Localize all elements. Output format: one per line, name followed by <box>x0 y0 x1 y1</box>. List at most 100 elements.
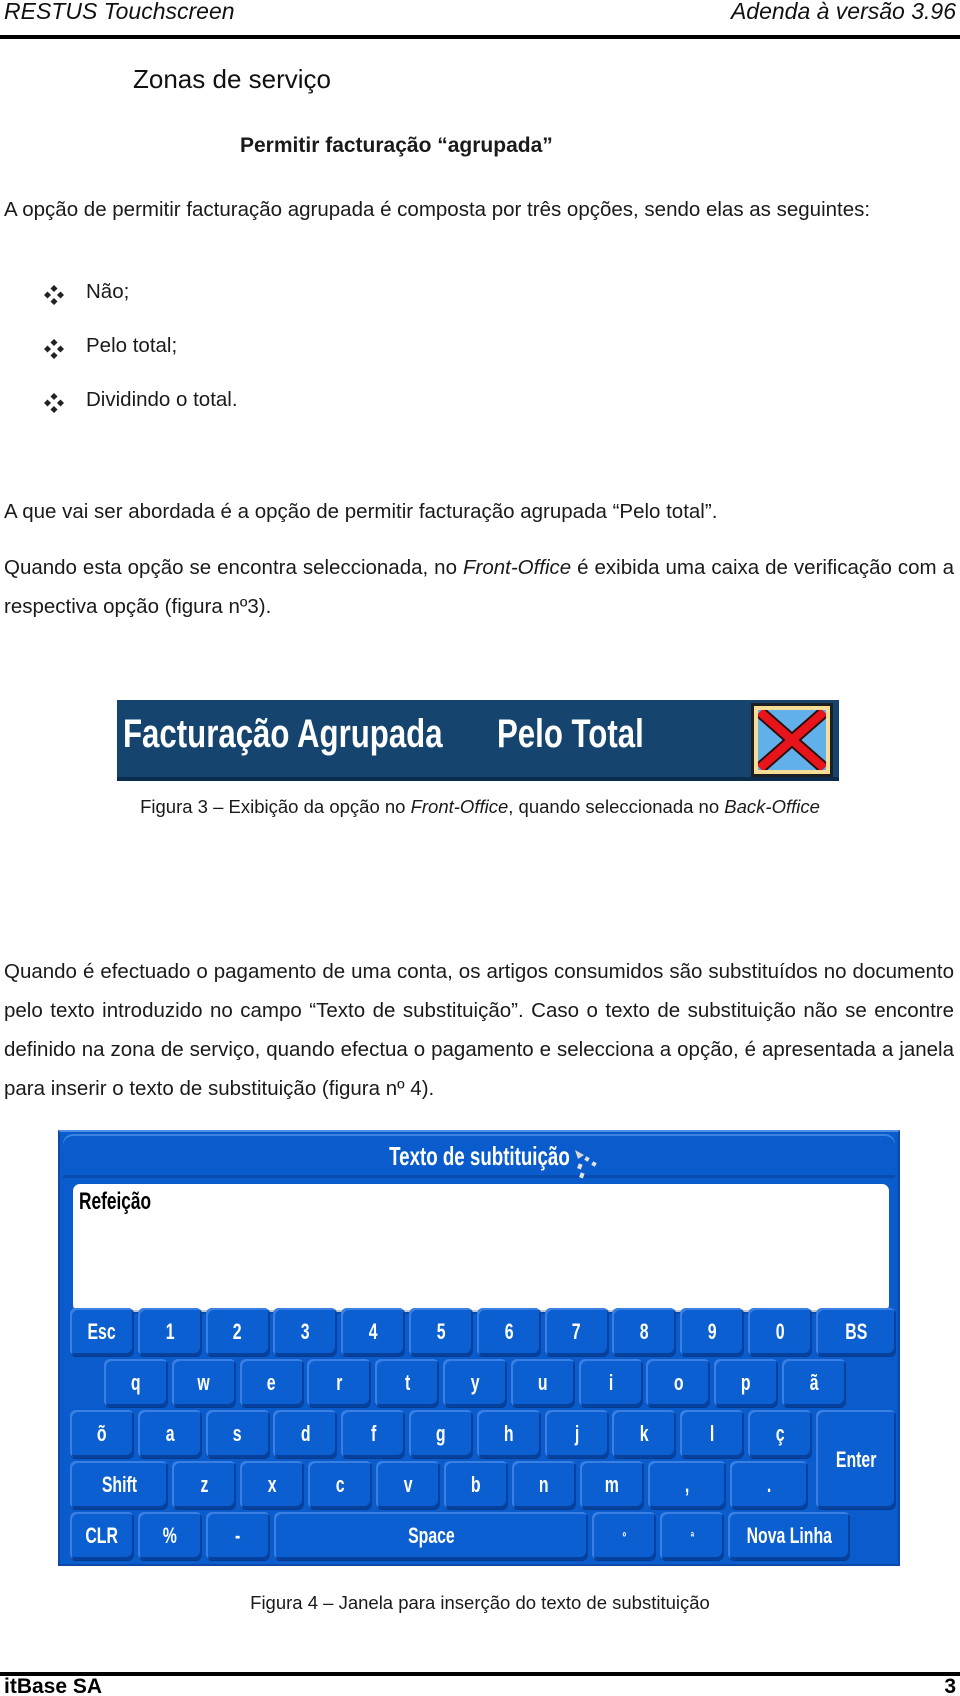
grouped-billing-value: Pelo Total <box>497 712 644 756</box>
key-k[interactable]: k <box>612 1410 677 1458</box>
key-q[interactable]: q <box>104 1359 168 1407</box>
key-9[interactable]: 9 <box>680 1308 745 1356</box>
key-label: ã <box>809 1370 819 1395</box>
key-label: i <box>608 1370 613 1395</box>
key-p[interactable]: p <box>714 1359 779 1407</box>
key-nova-linha[interactable]: Nova Linha <box>728 1512 850 1560</box>
key-1[interactable]: 1 <box>137 1308 202 1356</box>
key-ordinal-masculine[interactable]: º <box>592 1512 656 1560</box>
key-n[interactable]: n <box>512 1461 576 1509</box>
key-l[interactable]: l <box>680 1410 745 1458</box>
diamond-bullet-icon <box>43 338 65 360</box>
key-õ[interactable]: õ <box>70 1410 134 1458</box>
key-c[interactable]: c <box>308 1461 372 1509</box>
key-t[interactable]: t <box>375 1359 440 1407</box>
key-label: q <box>131 1370 141 1395</box>
key-label: ç <box>775 1421 785 1446</box>
paragraph-when-selected: Quando esta opção se encontra selecciona… <box>4 548 954 626</box>
section-title: Zonas de serviço <box>133 64 331 94</box>
key-label: e <box>267 1370 277 1395</box>
key-8[interactable]: 8 <box>612 1308 677 1356</box>
key-f[interactable]: f <box>341 1410 406 1458</box>
key-space[interactable]: Space <box>274 1512 588 1560</box>
key-5[interactable]: 5 <box>409 1308 473 1356</box>
header-rule <box>0 35 960 39</box>
list-item: Dividindo o total. <box>43 388 238 416</box>
key-label: z <box>200 1472 208 1497</box>
key-7[interactable]: 7 <box>544 1308 609 1356</box>
key-label: f <box>370 1421 376 1446</box>
key-m[interactable]: m <box>580 1461 644 1509</box>
option-label: Não; <box>86 280 130 303</box>
key-shift[interactable]: Shift <box>70 1461 168 1509</box>
key-4[interactable]: 4 <box>341 1308 406 1356</box>
substitution-text-input[interactable]: Refeição <box>73 1184 889 1312</box>
grouped-billing-checkbox[interactable] <box>751 703 833 777</box>
key-bs[interactable]: BS <box>815 1308 896 1356</box>
key-e[interactable]: e <box>239 1359 304 1407</box>
key-comma[interactable]: , <box>648 1461 726 1509</box>
key-label: 3 <box>300 1319 310 1344</box>
key-label: 0 <box>775 1319 785 1344</box>
key-x[interactable]: x <box>240 1461 304 1509</box>
key-label: . <box>766 1472 772 1497</box>
key-ordinal-feminine[interactable]: ª <box>660 1512 724 1560</box>
key-i[interactable]: i <box>578 1359 643 1407</box>
key-label: l <box>709 1421 715 1446</box>
caption-front-office: Front-Office <box>410 796 509 817</box>
key-label: Shift <box>101 1472 137 1497</box>
key-label: k <box>639 1421 649 1446</box>
key-label: p <box>741 1370 752 1395</box>
key-6[interactable]: 6 <box>476 1308 541 1356</box>
key-label: 8 <box>639 1319 649 1344</box>
key-b[interactable]: b <box>444 1461 508 1509</box>
key-label: c <box>335 1472 345 1497</box>
key-label: º <box>622 1528 626 1544</box>
key-o[interactable]: o <box>646 1359 711 1407</box>
key-v[interactable]: v <box>376 1461 440 1509</box>
key-g[interactable]: g <box>409 1410 473 1458</box>
key-label: y <box>470 1370 480 1395</box>
paragraph-intro: A opção de permitir facturação agrupada … <box>4 198 871 221</box>
key-h[interactable]: h <box>476 1410 541 1458</box>
key-2[interactable]: 2 <box>205 1308 270 1356</box>
paragraph-payment: Quando é efectuado o pagamento de uma co… <box>4 960 954 1100</box>
header-version: Adenda à versão 3.96 <box>730 0 956 24</box>
key-label: - <box>235 1523 241 1548</box>
key-label: 7 <box>572 1319 582 1344</box>
key-w[interactable]: w <box>171 1359 236 1407</box>
key-label: õ <box>97 1421 107 1446</box>
key-d[interactable]: d <box>273 1410 338 1458</box>
key-label: r <box>336 1370 343 1395</box>
key-ç[interactable]: ç <box>748 1410 812 1458</box>
list-item: Não; <box>43 280 129 308</box>
key-label: Esc <box>87 1319 117 1344</box>
key-y[interactable]: y <box>443 1359 507 1407</box>
key-ã[interactable]: ã <box>782 1359 846 1407</box>
key-3[interactable]: 3 <box>273 1308 338 1356</box>
key-s[interactable]: s <box>205 1410 270 1458</box>
key-minus[interactable]: - <box>206 1512 270 1560</box>
key-period[interactable]: . <box>730 1461 808 1509</box>
caption-text: , quando seleccionada no <box>508 796 725 817</box>
key-enter[interactable]: Enter <box>815 1410 896 1509</box>
key-clr[interactable]: CLR <box>70 1512 134 1560</box>
substitution-text-window: Texto de subtituição Refeição Esc 1 2 3 4 5 6 7… <box>58 1130 900 1566</box>
key-0[interactable]: 0 <box>748 1308 812 1356</box>
key-j[interactable]: j <box>544 1410 609 1458</box>
key-label: u <box>537 1370 548 1395</box>
caption-text: Figura 3 – Exibição da opção no <box>140 796 411 817</box>
key-label: % <box>162 1523 178 1548</box>
footer-page-number: 3 <box>944 1675 956 1696</box>
key-esc[interactable]: Esc <box>70 1308 134 1356</box>
key-label: o <box>673 1370 684 1395</box>
key-a[interactable]: a <box>137 1410 202 1458</box>
key-label: 2 <box>233 1319 243 1344</box>
key-r[interactable]: r <box>307 1359 372 1407</box>
window-title-bar: Texto de subtituição <box>63 1134 895 1179</box>
key-label: a <box>165 1421 175 1446</box>
key-z[interactable]: z <box>172 1461 236 1509</box>
window-title: Texto de subtituição <box>388 1141 570 1171</box>
key-u[interactable]: u <box>510 1359 575 1407</box>
key-percent[interactable]: % <box>138 1512 202 1560</box>
